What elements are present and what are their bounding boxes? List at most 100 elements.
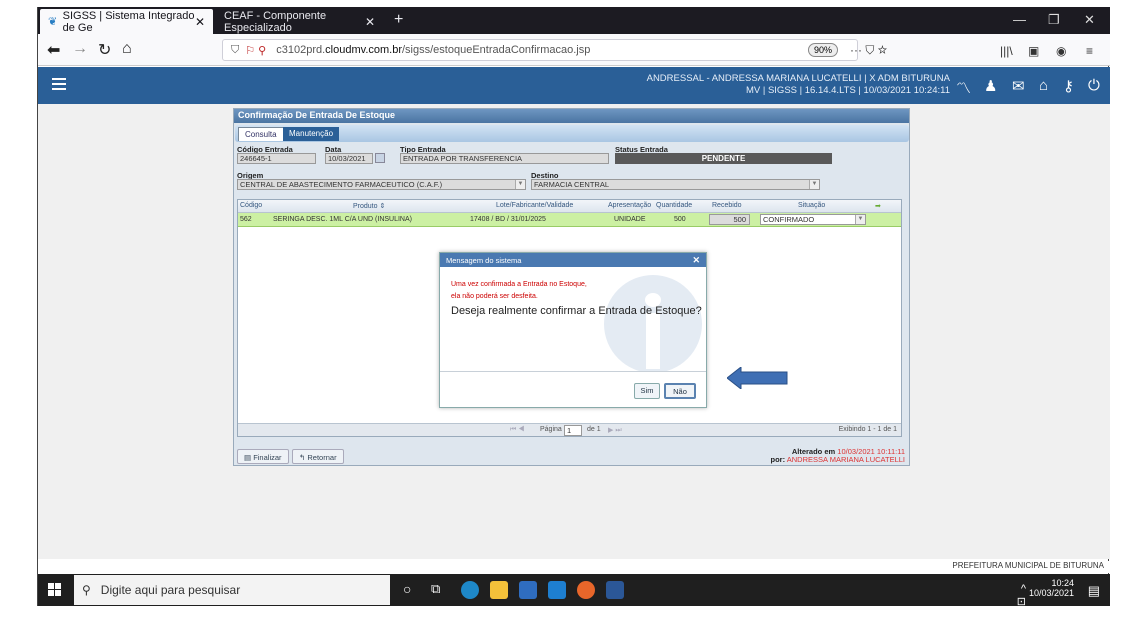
- reload-icon[interactable]: ↻: [98, 40, 111, 60]
- page-of: de 1: [587, 426, 601, 433]
- library-icon[interactable]: |||\: [1000, 44, 1013, 58]
- firefox-icon[interactable]: [577, 581, 595, 599]
- store-icon[interactable]: [519, 581, 537, 599]
- table-row[interactable]: 562 SERINGA DESC. 1ML C/A UND (INSULINA)…: [238, 213, 901, 227]
- altered-info: Alterado em 10/03/2021 10:11:11 por: AND…: [771, 448, 906, 464]
- pointer-arrow: [727, 367, 788, 389]
- sidebar-icon[interactable]: ▣: [1028, 44, 1039, 58]
- windows-start-icon[interactable]: [48, 583, 62, 597]
- destino-select[interactable]: FARMACIA CENTRAL ▼: [531, 179, 820, 190]
- key-icon[interactable]: ⚷: [1063, 77, 1074, 95]
- clock-time[interactable]: 10:24: [1029, 578, 1074, 588]
- col-apresentacao[interactable]: Apresentação: [608, 202, 651, 209]
- sim-button[interactable]: Sim: [634, 383, 660, 399]
- data-field[interactable]: 10/03/2021: [325, 153, 373, 164]
- extension-icon[interactable]: ◉: [1056, 44, 1066, 58]
- panel-tabs: Consulta Manutenção: [235, 125, 909, 142]
- forward-icon[interactable]: →: [72, 40, 88, 58]
- tab-consulta[interactable]: Consulta: [238, 127, 284, 141]
- close-icon[interactable]: ✕: [692, 255, 700, 266]
- warning-line-1: Uma vez confirmada a Entrada no Estoque,: [451, 281, 587, 288]
- export-arrow-icon[interactable]: ➡: [875, 202, 881, 210]
- page-input[interactable]: 1: [564, 425, 582, 436]
- edge-icon[interactable]: [461, 581, 479, 599]
- file-explorer-icon[interactable]: [490, 581, 508, 599]
- first-prev-icon[interactable]: ⏮ ◀: [510, 426, 525, 434]
- mail-icon[interactable]: ✉: [1012, 77, 1025, 95]
- user-icon[interactable]: ♟: [984, 77, 997, 95]
- notifications-icon[interactable]: ▤: [1088, 583, 1100, 599]
- page-footer: PREFEITURA MUNICIPAL DE BITURUNA: [38, 561, 1110, 573]
- word-icon[interactable]: [606, 581, 624, 599]
- url-bar[interactable]: ⛉ ⚐ ⚲ c3102prd. cloudmv.com.br/sigss/esto…: [222, 39, 858, 61]
- col-situacao[interactable]: Situação: [798, 202, 825, 209]
- cortana-icon[interactable]: ○: [403, 581, 421, 599]
- browser-window: ❦ SIGSS | Sistema Integrado de Ge ✕ CEAF…: [37, 7, 1110, 620]
- col-recebido[interactable]: Recebido: [712, 202, 742, 209]
- browser-tab-sigss[interactable]: ❦ SIGSS | Sistema Integrado de Ge ✕: [40, 9, 213, 34]
- system-line: MV | SIGSS | 16.14.4.LTS | 10/03/2021 10…: [745, 85, 950, 96]
- grid-header: Código Produto ⇕ Lote/Fabricante/Validad…: [238, 200, 901, 213]
- cell-produto: SERINGA DESC. 1ML C/A UND (INSULINA): [273, 216, 412, 223]
- hamburger-menu-icon[interactable]: [52, 78, 66, 93]
- col-quantidade[interactable]: Quantidade: [656, 202, 692, 209]
- chevron-down-icon[interactable]: ▼: [809, 180, 819, 189]
- next-last-icon[interactable]: ▶ ⏭: [608, 426, 622, 435]
- col-lote[interactable]: Lote/Fabricante/Validade: [496, 202, 573, 209]
- tab-manutencao[interactable]: Manutenção: [283, 127, 340, 141]
- status-badge: PENDENTE: [615, 153, 832, 164]
- system-message-dialog: Mensagem do sistema ✕ Uma vez confirmada…: [439, 252, 707, 408]
- recebido-input[interactable]: 500: [709, 214, 750, 225]
- dialog-body: Uma vez confirmada a Entrada no Estoque,…: [440, 267, 706, 371]
- url-prefix: c3102prd.: [276, 44, 326, 56]
- nao-button[interactable]: Não: [664, 383, 696, 399]
- new-tab-icon[interactable]: +: [394, 11, 403, 29]
- activity-chart-icon[interactable]: 〽: [956, 77, 971, 98]
- cell-apresentacao: UNIDADE: [614, 216, 646, 223]
- search-icon: ⚲: [82, 583, 91, 597]
- mail-app-icon[interactable]: [548, 581, 566, 599]
- power-icon[interactable]: ⏻: [1088, 77, 1100, 94]
- menu-icon[interactable]: ≡: [1086, 44, 1093, 58]
- finalizar-button[interactable]: ▤ Finalizar: [237, 449, 289, 464]
- panel-title: Confirmação De Entrada De Estoque: [234, 109, 909, 123]
- cell-codigo: 562: [240, 216, 252, 223]
- permissions-icon[interactable]: ⚐ ⚲: [245, 44, 266, 57]
- browser-tabstrip: ❦ SIGSS | Sistema Integrado de Ge ✕ CEAF…: [38, 7, 1110, 34]
- cell-lote: 17408 / BD / 31/01/2025: [470, 216, 546, 223]
- situacao-select[interactable]: CONFIRMADO ▼: [760, 214, 866, 225]
- tab-title: SIGSS | Sistema Integrado de Ge: [62, 9, 195, 34]
- close-tab-icon[interactable]: ✕: [365, 15, 375, 29]
- url-path: /sigss/estoqueEntradaConfirmacao.jsp: [402, 44, 591, 56]
- task-view-icon[interactable]: ⧉: [431, 581, 449, 599]
- retornar-button[interactable]: ↰ Retornar: [292, 449, 344, 464]
- home-icon[interactable]: ⌂: [1039, 77, 1048, 94]
- tipo-entrada-field[interactable]: ENTRADA POR TRANSFERENCIA: [400, 153, 609, 164]
- sigss-favicon-icon: ❦: [48, 15, 58, 28]
- tray-icons[interactable]: ^ ⊡ ♪: [1017, 583, 1026, 620]
- origem-select[interactable]: CENTRAL DE ABASTECIMENTO FARMACEUTICO (C…: [237, 179, 526, 190]
- taskbar-search[interactable]: ⚲ Digite aqui para pesquisar: [74, 575, 390, 605]
- back-icon[interactable]: ⬅: [47, 40, 60, 60]
- close-window-icon[interactable]: ✕: [1084, 12, 1095, 28]
- home-icon[interactable]: ⌂: [122, 40, 132, 58]
- browser-tab-ceaf[interactable]: CEAF - Componente Especializado ✕: [216, 9, 383, 34]
- col-codigo[interactable]: Código: [240, 202, 262, 209]
- dialog-title: Mensagem do sistema: [446, 256, 522, 265]
- url-domain: cloudmv.com.br: [325, 44, 402, 56]
- page-actions-icon[interactable]: ··· ⛉ ☆: [850, 43, 887, 58]
- restore-icon[interactable]: ❐: [1048, 12, 1060, 28]
- windows-taskbar: ⚲ Digite aqui para pesquisar ○ ⧉ ^ ⊡ ♪ 1…: [38, 574, 1110, 620]
- chevron-down-icon[interactable]: ▼: [515, 180, 525, 189]
- clock-date[interactable]: 10/03/2021: [1029, 588, 1074, 598]
- grid-pager: ⏮ ◀ Página 1 de 1 ▶ ⏭ Exibindo 1 - 1 de …: [238, 423, 901, 436]
- close-tab-icon[interactable]: ✕: [195, 15, 205, 29]
- zoom-badge[interactable]: 90%: [808, 43, 839, 57]
- browser-navbar: ⬅ → ↻ ⌂ ⛉ ⚐ ⚲ c3102prd. cloudmv.com.br/si…: [38, 34, 1110, 66]
- codigo-entrada-field[interactable]: 246645-1: [237, 153, 316, 164]
- chevron-down-icon[interactable]: ▼: [855, 215, 865, 224]
- minimize-icon[interactable]: —: [1013, 12, 1026, 27]
- situacao-value: CONFIRMADO: [763, 215, 815, 224]
- col-produto[interactable]: Produto ⇕: [353, 202, 385, 210]
- calendar-icon[interactable]: [375, 153, 385, 163]
